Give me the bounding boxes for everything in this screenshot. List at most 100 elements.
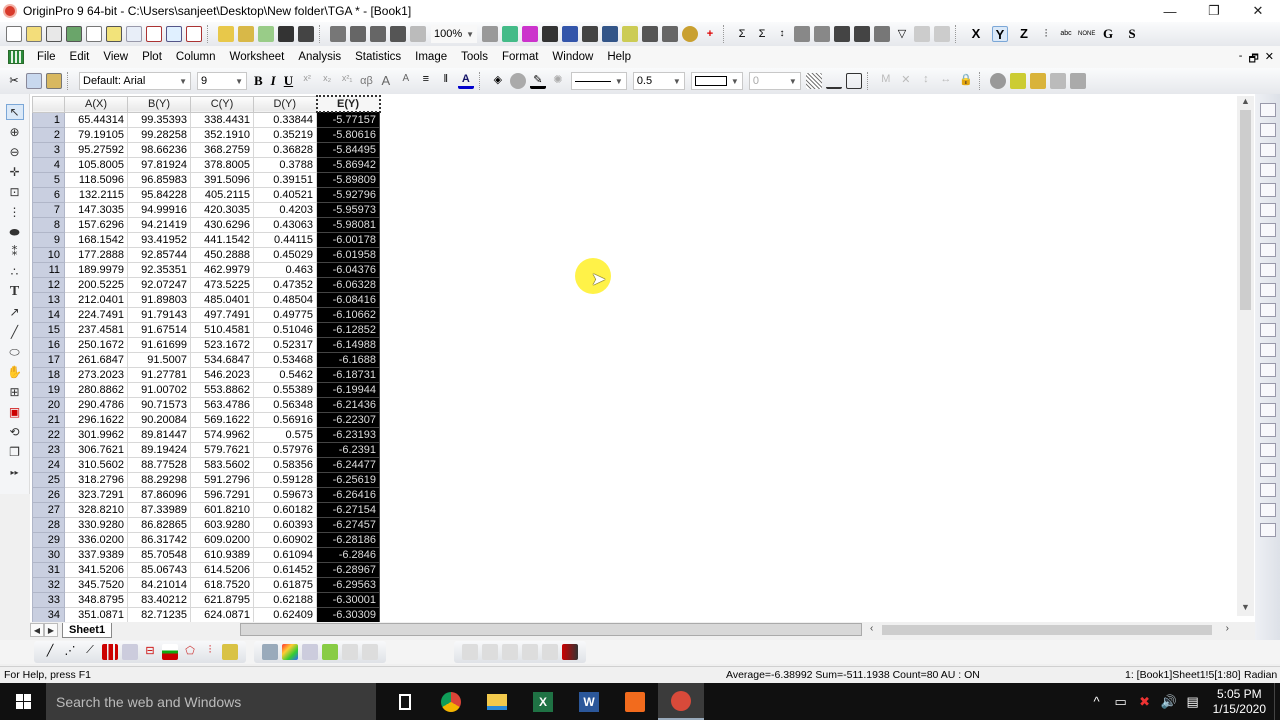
cell-d[interactable]: 0.59128: [253, 471, 317, 488]
scroll-down-icon[interactable]: ▼: [1237, 602, 1254, 616]
cell-d[interactable]: 0.55389: [253, 381, 317, 398]
set-as-group-button[interactable]: G: [1100, 26, 1116, 42]
clear-filter-icon[interactable]: [914, 26, 930, 42]
zoom-out-tool-icon[interactable]: ⊖: [6, 144, 24, 160]
volume-icon[interactable]: 🔊: [1157, 694, 1181, 710]
import-multiple-ascii-icon[interactable]: [370, 26, 386, 42]
new-notes-icon[interactable]: [166, 26, 182, 42]
command-window-icon[interactable]: [642, 26, 658, 42]
scroll-up-icon[interactable]: ▲: [1237, 96, 1254, 110]
pointer-tool-icon[interactable]: ↖: [5, 104, 24, 120]
symbol-icon[interactable]: ✺: [550, 73, 566, 89]
reapply-filter-icon[interactable]: [934, 26, 950, 42]
cell-b[interactable]: 92.07247: [127, 276, 191, 293]
cell-c[interactable]: 405.2115: [190, 186, 254, 203]
line-spacing-icon[interactable]: [1259, 303, 1276, 317]
cell-d[interactable]: 0.45029: [253, 246, 317, 263]
cell-b[interactable]: 85.70548: [127, 546, 191, 563]
cell-d[interactable]: 0.52317: [253, 336, 317, 353]
row-number[interactable]: 18: [32, 366, 65, 383]
contour-icon[interactable]: [322, 644, 338, 660]
scatter-plot-icon[interactable]: ⋰: [62, 644, 78, 660]
row-number[interactable]: 9: [32, 231, 65, 248]
sheet-tab-sheet1[interactable]: Sheet1: [62, 622, 113, 638]
3d-scatter-icon[interactable]: [302, 644, 318, 660]
taskbar-clock[interactable]: 5:05 PM 1/15/2020: [1205, 687, 1274, 717]
region-mask-tool-icon[interactable]: ⬬: [6, 224, 24, 240]
cell-d[interactable]: 0.463: [253, 261, 317, 278]
row-number[interactable]: 1: [32, 111, 65, 128]
cell-d[interactable]: 0.36828: [253, 141, 317, 158]
cell-b[interactable]: 91.27781: [127, 366, 191, 383]
row-number[interactable]: 11: [32, 261, 65, 278]
results-log-icon[interactable]: [582, 26, 598, 42]
increase-font-icon[interactable]: A: [378, 73, 394, 89]
cell-b[interactable]: 91.00702: [127, 381, 191, 398]
cell-c[interactable]: 430.6296: [190, 216, 254, 233]
lock-icon[interactable]: 🔒: [958, 73, 974, 89]
cell-b[interactable]: 82.71235: [127, 606, 191, 622]
3d-bars-icon[interactable]: [262, 644, 278, 660]
line-style-combo[interactable]: ▼: [570, 72, 627, 90]
data-reader-tool-icon[interactable]: ⊡: [6, 184, 24, 200]
row-number[interactable]: 7: [32, 201, 65, 218]
cell-c[interactable]: 614.5206: [190, 561, 254, 578]
cell-b[interactable]: 95.84228: [127, 186, 191, 203]
align-center-icon[interactable]: [1259, 423, 1276, 437]
cell-d[interactable]: 0.53468: [253, 351, 317, 368]
cell-a[interactable]: 341.5206: [64, 561, 128, 578]
project-explorer-icon[interactable]: [602, 26, 618, 42]
decrease-font-icon[interactable]: A: [398, 73, 414, 89]
cell-e[interactable]: -6.01958: [316, 246, 380, 263]
cell-b[interactable]: 89.19424: [127, 441, 191, 458]
message-log-icon[interactable]: [622, 26, 638, 42]
set-as-subject-button[interactable]: S: [1124, 26, 1140, 42]
cell-c[interactable]: 485.0401: [190, 291, 254, 308]
zoom-panning-tool-icon[interactable]: ⊞: [6, 384, 24, 400]
cell-e[interactable]: -6.21436: [316, 396, 380, 413]
cell-e[interactable]: -6.2846: [316, 546, 380, 563]
row-number[interactable]: 12: [32, 276, 65, 293]
align-right-icon[interactable]: [1259, 443, 1276, 457]
film-icon[interactable]: [542, 26, 558, 42]
vertical-scroll-thumb[interactable]: [1240, 110, 1251, 310]
row-number[interactable]: 15: [32, 321, 65, 338]
inset-with-data-icon[interactable]: [1259, 283, 1276, 297]
top-x-icon[interactable]: [1259, 203, 1276, 217]
cell-e[interactable]: -5.80616: [316, 126, 380, 143]
cell-a[interactable]: 351.0871: [64, 606, 128, 622]
cell-b[interactable]: 96.85983: [127, 171, 191, 188]
fill-color-icon[interactable]: ◈: [490, 73, 506, 89]
cell-e[interactable]: -6.25619: [316, 471, 380, 488]
inset-icon[interactable]: [1259, 263, 1276, 277]
cell-a[interactable]: 189.9979: [64, 261, 128, 278]
open-folder-icon[interactable]: [1029, 73, 1046, 89]
column-align-icon[interactable]: ‖: [438, 73, 454, 89]
cell-d[interactable]: 0.60182: [253, 501, 317, 518]
new-project-icon[interactable]: [6, 26, 22, 42]
cell-e[interactable]: -6.10662: [316, 306, 380, 323]
cell-d[interactable]: 0.61094: [253, 546, 317, 563]
menu-edit[interactable]: Edit: [63, 51, 97, 63]
action-center-icon[interactable]: ▤: [1181, 694, 1205, 710]
top-x-right-y-icon[interactable]: [1259, 243, 1276, 257]
angle-combo[interactable]: 0 ▼: [748, 72, 801, 90]
mdi-restore-button[interactable]: 🗗: [1248, 50, 1258, 69]
mask-point-icon[interactable]: [462, 644, 478, 660]
cell-e[interactable]: -6.12852: [316, 321, 380, 338]
minimize-button[interactable]: —: [1148, 0, 1192, 22]
start-button[interactable]: [0, 683, 46, 720]
cell-c[interactable]: 510.4581: [190, 321, 254, 338]
cell-c[interactable]: 624.0871: [190, 606, 254, 622]
add-layer-grid2-icon[interactable]: [1259, 163, 1276, 177]
menu-column[interactable]: Column: [169, 51, 223, 63]
cell-b[interactable]: 91.89803: [127, 291, 191, 308]
close-button[interactable]: ✕: [1236, 0, 1280, 22]
cell-a[interactable]: 310.5602: [64, 456, 128, 473]
line-symbol-plot-icon[interactable]: ⟋: [82, 644, 98, 660]
cell-c[interactable]: 378.8005: [190, 156, 254, 173]
cell-e[interactable]: -6.30309: [316, 606, 380, 622]
row-number[interactable]: 16: [32, 336, 65, 353]
task-view-button[interactable]: [382, 683, 428, 720]
column-plot-icon[interactable]: [102, 644, 118, 660]
